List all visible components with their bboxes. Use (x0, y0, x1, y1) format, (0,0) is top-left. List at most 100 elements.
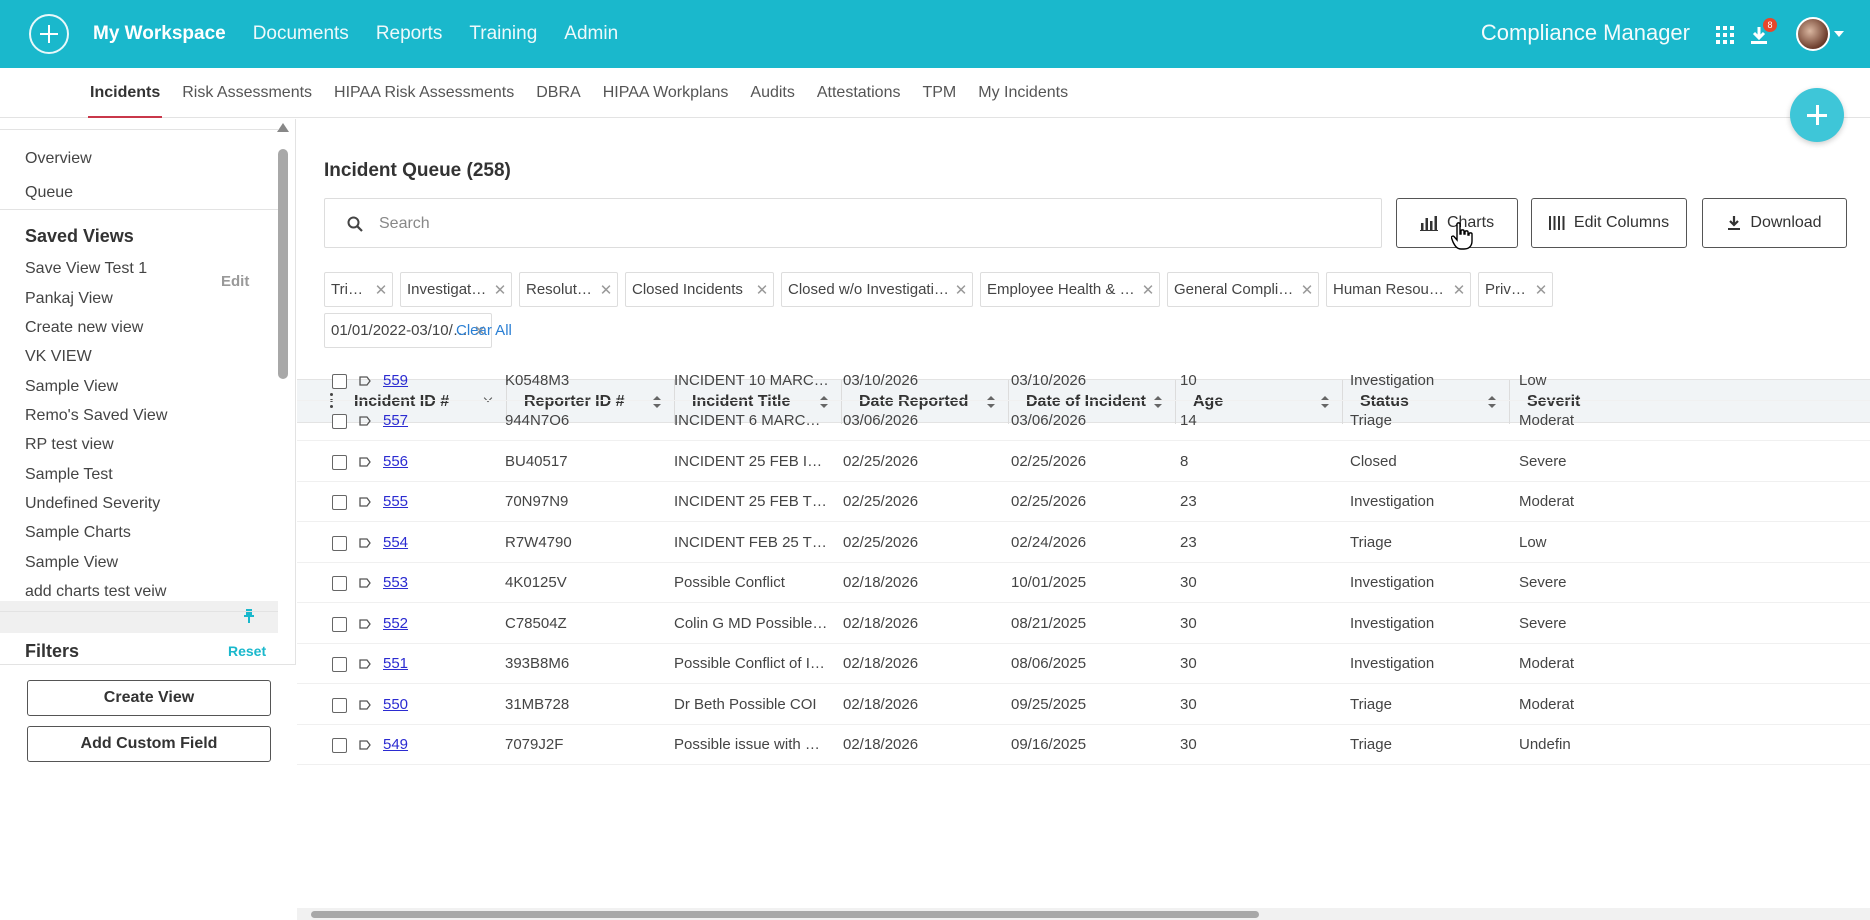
tab-risk-assessments[interactable]: Risk Assessments (182, 68, 312, 118)
table-row[interactable]: 553 4K0125V Possible Conflict 02/18/2026 10/… (297, 563, 1870, 603)
topnav-my-workspace[interactable]: My Workspace (93, 23, 226, 45)
tab-tpm[interactable]: TPM (922, 68, 956, 118)
close-icon[interactable]: ✕ (370, 281, 392, 299)
saved-view-item[interactable]: Sample View (25, 378, 118, 396)
scrollbar-thumb[interactable] (278, 149, 288, 379)
apps-grid-icon[interactable] (1716, 26, 1734, 44)
topnav-admin[interactable]: Admin (564, 23, 618, 45)
scrollbar-thumb[interactable] (311, 911, 1259, 918)
incident-id-link[interactable]: 557 (383, 412, 408, 429)
search-icon (347, 216, 363, 232)
search-input[interactable] (379, 211, 1279, 237)
saved-view-item[interactable]: Save View Test 1 (25, 260, 147, 278)
chevron-down-icon[interactable] (1834, 31, 1844, 37)
incident-id-link[interactable]: 559 (383, 372, 408, 389)
cell-reporter: BU40517 (505, 453, 568, 470)
topnav-reports[interactable]: Reports (376, 23, 443, 45)
saved-views-edit-link[interactable]: Edit (221, 273, 249, 290)
incident-id-link[interactable]: 555 (383, 493, 408, 510)
tab-my-incidents[interactable]: My Incidents (978, 68, 1068, 118)
scroll-up-icon[interactable] (277, 123, 289, 132)
tab-audits[interactable]: Audits (750, 68, 794, 118)
close-icon[interactable]: ✕ (1296, 281, 1318, 299)
cell-status: Triage (1350, 696, 1392, 713)
filter-chip-privacy[interactable]: Privacy ✕ (1478, 272, 1553, 307)
saved-view-item[interactable]: RP test view (25, 436, 114, 454)
saved-view-item[interactable]: Sample View (25, 554, 118, 572)
close-icon[interactable]: ✕ (1530, 281, 1552, 299)
create-view-button[interactable]: Create View (27, 680, 271, 716)
close-icon[interactable]: ✕ (1448, 281, 1470, 299)
cell-reporter: R7W4790 (505, 534, 572, 551)
cell-severity: Severe (1519, 574, 1567, 591)
table-row[interactable]: 555 70N97N9 INCIDENT 25 FEB TEST 2 02/25/20… (297, 482, 1870, 522)
close-icon[interactable]: ✕ (489, 281, 511, 299)
cell-severity: Moderat (1519, 696, 1575, 713)
incident-id-link[interactable]: 556 (383, 453, 408, 470)
incident-id-link[interactable]: 549 (383, 736, 408, 753)
incident-id-link[interactable]: 553 (383, 574, 408, 591)
cell-title: Possible Conflict (674, 574, 785, 591)
incident-id-link[interactable]: 554 (383, 534, 408, 551)
filter-chip-general-compliance[interactable]: General Compliance ✕ (1167, 272, 1319, 307)
saved-view-item[interactable]: add charts test veiw (25, 583, 166, 601)
horizontal-scrollbar[interactable] (297, 908, 1870, 920)
filter-chip-triage[interactable]: Triage ✕ (324, 272, 393, 307)
close-icon[interactable]: ✕ (595, 281, 617, 299)
add-circle-icon[interactable] (29, 14, 69, 54)
incident-id-link[interactable]: 552 (383, 615, 408, 632)
edit-columns-button[interactable]: Edit Columns (1531, 198, 1687, 248)
cell-age: 30 (1180, 736, 1197, 753)
cell-age: 14 (1180, 412, 1197, 429)
incident-id-link[interactable]: 550 (383, 696, 408, 713)
filter-chip-employee-health[interactable]: Employee Health & Saf... ✕ (980, 272, 1160, 307)
cell-reported: 03/10/2026 (843, 372, 919, 389)
saved-view-hover-highlight (0, 601, 278, 633)
chip-label: Triage (331, 281, 370, 298)
filters-reset-link[interactable]: Reset (228, 643, 266, 659)
tab-hipaa-workplans[interactable]: HIPAA Workplans (603, 68, 729, 118)
sidebar-item-overview[interactable]: Overview (25, 150, 92, 168)
tab-hipaa-risk-assessments[interactable]: HIPAA Risk Assessments (334, 68, 514, 118)
saved-view-item[interactable]: Sample Charts (25, 524, 131, 542)
table-row[interactable]: 549 7079J2F Possible issue with Dr.... 02/1… (297, 725, 1870, 765)
notification-badge: 8 (1763, 18, 1777, 32)
close-icon[interactable]: ✕ (950, 281, 972, 299)
download-button[interactable]: Download (1702, 198, 1847, 248)
saved-view-item[interactable]: Create new view (25, 319, 143, 337)
sidebar-item-queue[interactable]: Queue (25, 184, 73, 202)
saved-view-item[interactable]: Pankaj View (25, 290, 113, 308)
cell-incident-date: 02/25/2026 (1011, 453, 1087, 470)
incident-id-link[interactable]: 551 (383, 655, 408, 672)
table-row[interactable]: 557 944N7O6 INCIDENT 6 MARCH TE... 03/06/20… (297, 401, 1870, 441)
close-icon[interactable]: ✕ (751, 281, 773, 299)
cell-reported: 02/25/2026 (843, 534, 919, 551)
filter-chip-resolution[interactable]: Resolution ✕ (519, 272, 618, 307)
filter-chip-closed-wo-investigation[interactable]: Closed w/o Investigation ✕ (781, 272, 973, 307)
table-row[interactable]: 552 C78504Z Colin G MD Possible C... 02/18/… (297, 604, 1870, 644)
table-row[interactable]: 554 R7W4790 INCIDENT FEB 25 TEST 1 02/25/20… (297, 523, 1870, 563)
saved-view-item[interactable]: VK VIEW (25, 348, 92, 366)
filter-chip-closed-incidents[interactable]: Closed Incidents ✕ (625, 272, 774, 307)
cell-status: Investigation (1350, 574, 1435, 591)
add-custom-field-button[interactable]: Add Custom Field (27, 726, 271, 762)
filter-chip-investigation[interactable]: Investigation ✕ (400, 272, 512, 307)
table-row[interactable]: 551 393B8M6 Possible Conflict of Inte... 02… (297, 644, 1870, 684)
saved-view-item[interactable]: Sample Test (25, 466, 113, 484)
table-row[interactable]: 550 31MB728 Dr Beth Possible COI 02/18/2026… (297, 685, 1870, 725)
table-row[interactable]: 559 K0548M3 INCIDENT 10 MARCH T... 03/10/20… (297, 361, 1870, 401)
filter-chip-human-resources[interactable]: Human Resources ✕ (1326, 272, 1471, 307)
cell-incident-date: 08/06/2025 (1011, 655, 1087, 672)
tab-dbra[interactable]: DBRA (536, 68, 580, 118)
close-icon[interactable]: ✕ (1137, 281, 1159, 299)
topnav-documents[interactable]: Documents (253, 23, 349, 45)
table-row[interactable]: 556 BU40517 INCIDENT 25 FEB INTER... 02/25/… (297, 442, 1870, 482)
saved-view-item[interactable]: Remo's Saved View (25, 407, 167, 425)
avatar[interactable] (1796, 17, 1830, 51)
tab-incidents[interactable]: Incidents (87, 68, 163, 118)
clear-all-link[interactable]: Clear All (456, 322, 512, 339)
saved-view-item[interactable]: Undefined Severity (25, 495, 160, 513)
topnav-training[interactable]: Training (469, 23, 537, 45)
tab-attestations[interactable]: Attestations (817, 68, 901, 118)
search-box[interactable] (324, 198, 1382, 248)
